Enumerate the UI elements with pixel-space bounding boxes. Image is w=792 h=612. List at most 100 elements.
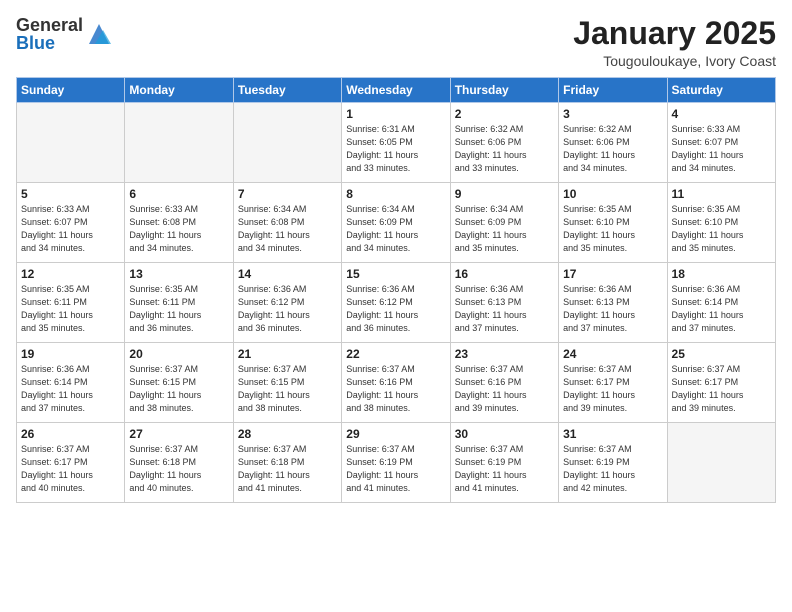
day-info: Sunrise: 6:37 AM Sunset: 6:16 PM Dayligh… (455, 363, 554, 415)
weekday-header-thursday: Thursday (450, 78, 558, 103)
day-number: 24 (563, 347, 662, 361)
day-number: 6 (129, 187, 228, 201)
day-info: Sunrise: 6:36 AM Sunset: 6:14 PM Dayligh… (21, 363, 120, 415)
calendar-cell: 15 Sunrise: 6:36 AM Sunset: 6:12 PM Dayli… (342, 263, 450, 343)
calendar-cell (17, 103, 125, 183)
day-number: 16 (455, 267, 554, 281)
calendar-cell: 13 Sunrise: 6:35 AM Sunset: 6:11 PM Dayli… (125, 263, 233, 343)
logo-general: General (16, 16, 83, 34)
day-info: Sunrise: 6:33 AM Sunset: 6:07 PM Dayligh… (672, 123, 771, 175)
day-number: 5 (21, 187, 120, 201)
calendar-cell: 20Sunrise: 6:37 AM Sunset: 6:15 PM Dayli… (125, 343, 233, 423)
day-number: 26 (21, 427, 120, 441)
day-number: 8 (346, 187, 445, 201)
day-number: 7 (238, 187, 337, 201)
calendar-subtitle: Tougouloukaye, Ivory Coast (573, 53, 776, 69)
day-number: 25 (672, 347, 771, 361)
day-info: Sunrise: 6:37 AM Sunset: 6:17 PM Dayligh… (672, 363, 771, 415)
day-number: 30 (455, 427, 554, 441)
day-info: Sunrise: 6:32 AM Sunset: 6:06 PM Dayligh… (563, 123, 662, 175)
day-info: Sunrise: 6:36 AM Sunset: 6:12 PM Dayligh… (346, 283, 445, 335)
day-number: 17 (563, 267, 662, 281)
calendar-cell: 31Sunrise: 6:37 AM Sunset: 6:19 PM Dayli… (559, 423, 667, 503)
day-number: 3 (563, 107, 662, 121)
day-info: Sunrise: 6:37 AM Sunset: 6:18 PM Dayligh… (238, 443, 337, 495)
day-info: Sunrise: 6:37 AM Sunset: 6:19 PM Dayligh… (455, 443, 554, 495)
header: General Blue January 2025 Tougouloukaye,… (16, 16, 776, 69)
week-row-2: 12 Sunrise: 6:35 AM Sunset: 6:11 PM Dayli… (17, 263, 776, 343)
day-info: Sunrise: 6:34 AM Sunset: 6:09 PM Dayligh… (455, 203, 554, 255)
day-number: 4 (672, 107, 771, 121)
day-number: 2 (455, 107, 554, 121)
calendar-cell: 18 Sunrise: 6:36 AM Sunset: 6:14 PM Dayli… (667, 263, 775, 343)
calendar-cell: 8Sunrise: 6:34 AM Sunset: 6:09 PM Daylig… (342, 183, 450, 263)
day-info: Sunrise: 6:36 AM Sunset: 6:13 PM Dayligh… (563, 283, 662, 335)
day-number: 10 (563, 187, 662, 201)
calendar-cell (667, 423, 775, 503)
calendar-cell: 1Sunrise: 6:31 AM Sunset: 6:05 PM Daylig… (342, 103, 450, 183)
calendar-cell: 7 Sunrise: 6:34 AM Sunset: 6:08 PM Daylig… (233, 183, 341, 263)
day-info: Sunrise: 6:34 AM Sunset: 6:08 PM Dayligh… (238, 203, 337, 255)
calendar-cell: 27 Sunrise: 6:37 AM Sunset: 6:18 PM Dayli… (125, 423, 233, 503)
weekday-header-monday: Monday (125, 78, 233, 103)
day-info: Sunrise: 6:37 AM Sunset: 6:15 PM Dayligh… (129, 363, 228, 415)
calendar-cell: 19Sunrise: 6:36 AM Sunset: 6:14 PM Dayli… (17, 343, 125, 423)
day-number: 31 (563, 427, 662, 441)
calendar-cell: 22Sunrise: 6:37 AM Sunset: 6:16 PM Dayli… (342, 343, 450, 423)
weekday-header-sunday: Sunday (17, 78, 125, 103)
week-row-3: 19Sunrise: 6:36 AM Sunset: 6:14 PM Dayli… (17, 343, 776, 423)
day-info: Sunrise: 6:36 AM Sunset: 6:12 PM Dayligh… (238, 283, 337, 335)
calendar-cell: 17 Sunrise: 6:36 AM Sunset: 6:13 PM Dayli… (559, 263, 667, 343)
day-number: 18 (672, 267, 771, 281)
day-info: Sunrise: 6:33 AM Sunset: 6:08 PM Dayligh… (129, 203, 228, 255)
calendar-title: January 2025 (573, 16, 776, 51)
day-info: Sunrise: 6:36 AM Sunset: 6:14 PM Dayligh… (672, 283, 771, 335)
day-number: 29 (346, 427, 445, 441)
day-number: 12 (21, 267, 120, 281)
calendar-cell: 28 Sunrise: 6:37 AM Sunset: 6:18 PM Dayli… (233, 423, 341, 503)
day-number: 9 (455, 187, 554, 201)
day-info: Sunrise: 6:33 AM Sunset: 6:07 PM Dayligh… (21, 203, 120, 255)
calendar-cell: 30 Sunrise: 6:37 AM Sunset: 6:19 PM Dayli… (450, 423, 558, 503)
day-number: 13 (129, 267, 228, 281)
day-info: Sunrise: 6:37 AM Sunset: 6:15 PM Dayligh… (238, 363, 337, 415)
day-number: 28 (238, 427, 337, 441)
day-number: 23 (455, 347, 554, 361)
page: General Blue January 2025 Tougouloukaye,… (0, 0, 792, 612)
weekday-header-wednesday: Wednesday (342, 78, 450, 103)
calendar-cell (233, 103, 341, 183)
calendar-cell: 9 Sunrise: 6:34 AM Sunset: 6:09 PM Daylig… (450, 183, 558, 263)
day-info: Sunrise: 6:35 AM Sunset: 6:10 PM Dayligh… (563, 203, 662, 255)
week-row-1: 5 Sunrise: 6:33 AM Sunset: 6:07 PM Daylig… (17, 183, 776, 263)
day-info: Sunrise: 6:37 AM Sunset: 6:17 PM Dayligh… (563, 363, 662, 415)
logo-blue: Blue (16, 34, 83, 52)
day-number: 11 (672, 187, 771, 201)
calendar-cell: 12 Sunrise: 6:35 AM Sunset: 6:11 PM Dayli… (17, 263, 125, 343)
calendar-cell: 14Sunrise: 6:36 AM Sunset: 6:12 PM Dayli… (233, 263, 341, 343)
weekday-header-row: SundayMondayTuesdayWednesdayThursdayFrid… (17, 78, 776, 103)
calendar-cell: 29Sunrise: 6:37 AM Sunset: 6:19 PM Dayli… (342, 423, 450, 503)
calendar-cell: 21Sunrise: 6:37 AM Sunset: 6:15 PM Dayli… (233, 343, 341, 423)
weekday-header-friday: Friday (559, 78, 667, 103)
calendar-cell: 16 Sunrise: 6:36 AM Sunset: 6:13 PM Dayli… (450, 263, 558, 343)
day-number: 27 (129, 427, 228, 441)
logo-text: General Blue (16, 16, 83, 52)
day-number: 1 (346, 107, 445, 121)
day-info: Sunrise: 6:37 AM Sunset: 6:16 PM Dayligh… (346, 363, 445, 415)
day-number: 15 (346, 267, 445, 281)
day-info: Sunrise: 6:36 AM Sunset: 6:13 PM Dayligh… (455, 283, 554, 335)
weekday-header-tuesday: Tuesday (233, 78, 341, 103)
day-info: Sunrise: 6:35 AM Sunset: 6:11 PM Dayligh… (129, 283, 228, 335)
day-info: Sunrise: 6:37 AM Sunset: 6:17 PM Dayligh… (21, 443, 120, 495)
logo-icon (85, 20, 113, 48)
calendar-cell: 26 Sunrise: 6:37 AM Sunset: 6:17 PM Dayli… (17, 423, 125, 503)
calendar-cell: 24 Sunrise: 6:37 AM Sunset: 6:17 PM Dayli… (559, 343, 667, 423)
day-info: Sunrise: 6:37 AM Sunset: 6:18 PM Dayligh… (129, 443, 228, 495)
weekday-header-saturday: Saturday (667, 78, 775, 103)
day-info: Sunrise: 6:35 AM Sunset: 6:10 PM Dayligh… (672, 203, 771, 255)
calendar-cell: 25 Sunrise: 6:37 AM Sunset: 6:17 PM Dayli… (667, 343, 775, 423)
calendar-cell (125, 103, 233, 183)
day-info: Sunrise: 6:35 AM Sunset: 6:11 PM Dayligh… (21, 283, 120, 335)
calendar-cell: 5 Sunrise: 6:33 AM Sunset: 6:07 PM Daylig… (17, 183, 125, 263)
week-row-0: 1Sunrise: 6:31 AM Sunset: 6:05 PM Daylig… (17, 103, 776, 183)
